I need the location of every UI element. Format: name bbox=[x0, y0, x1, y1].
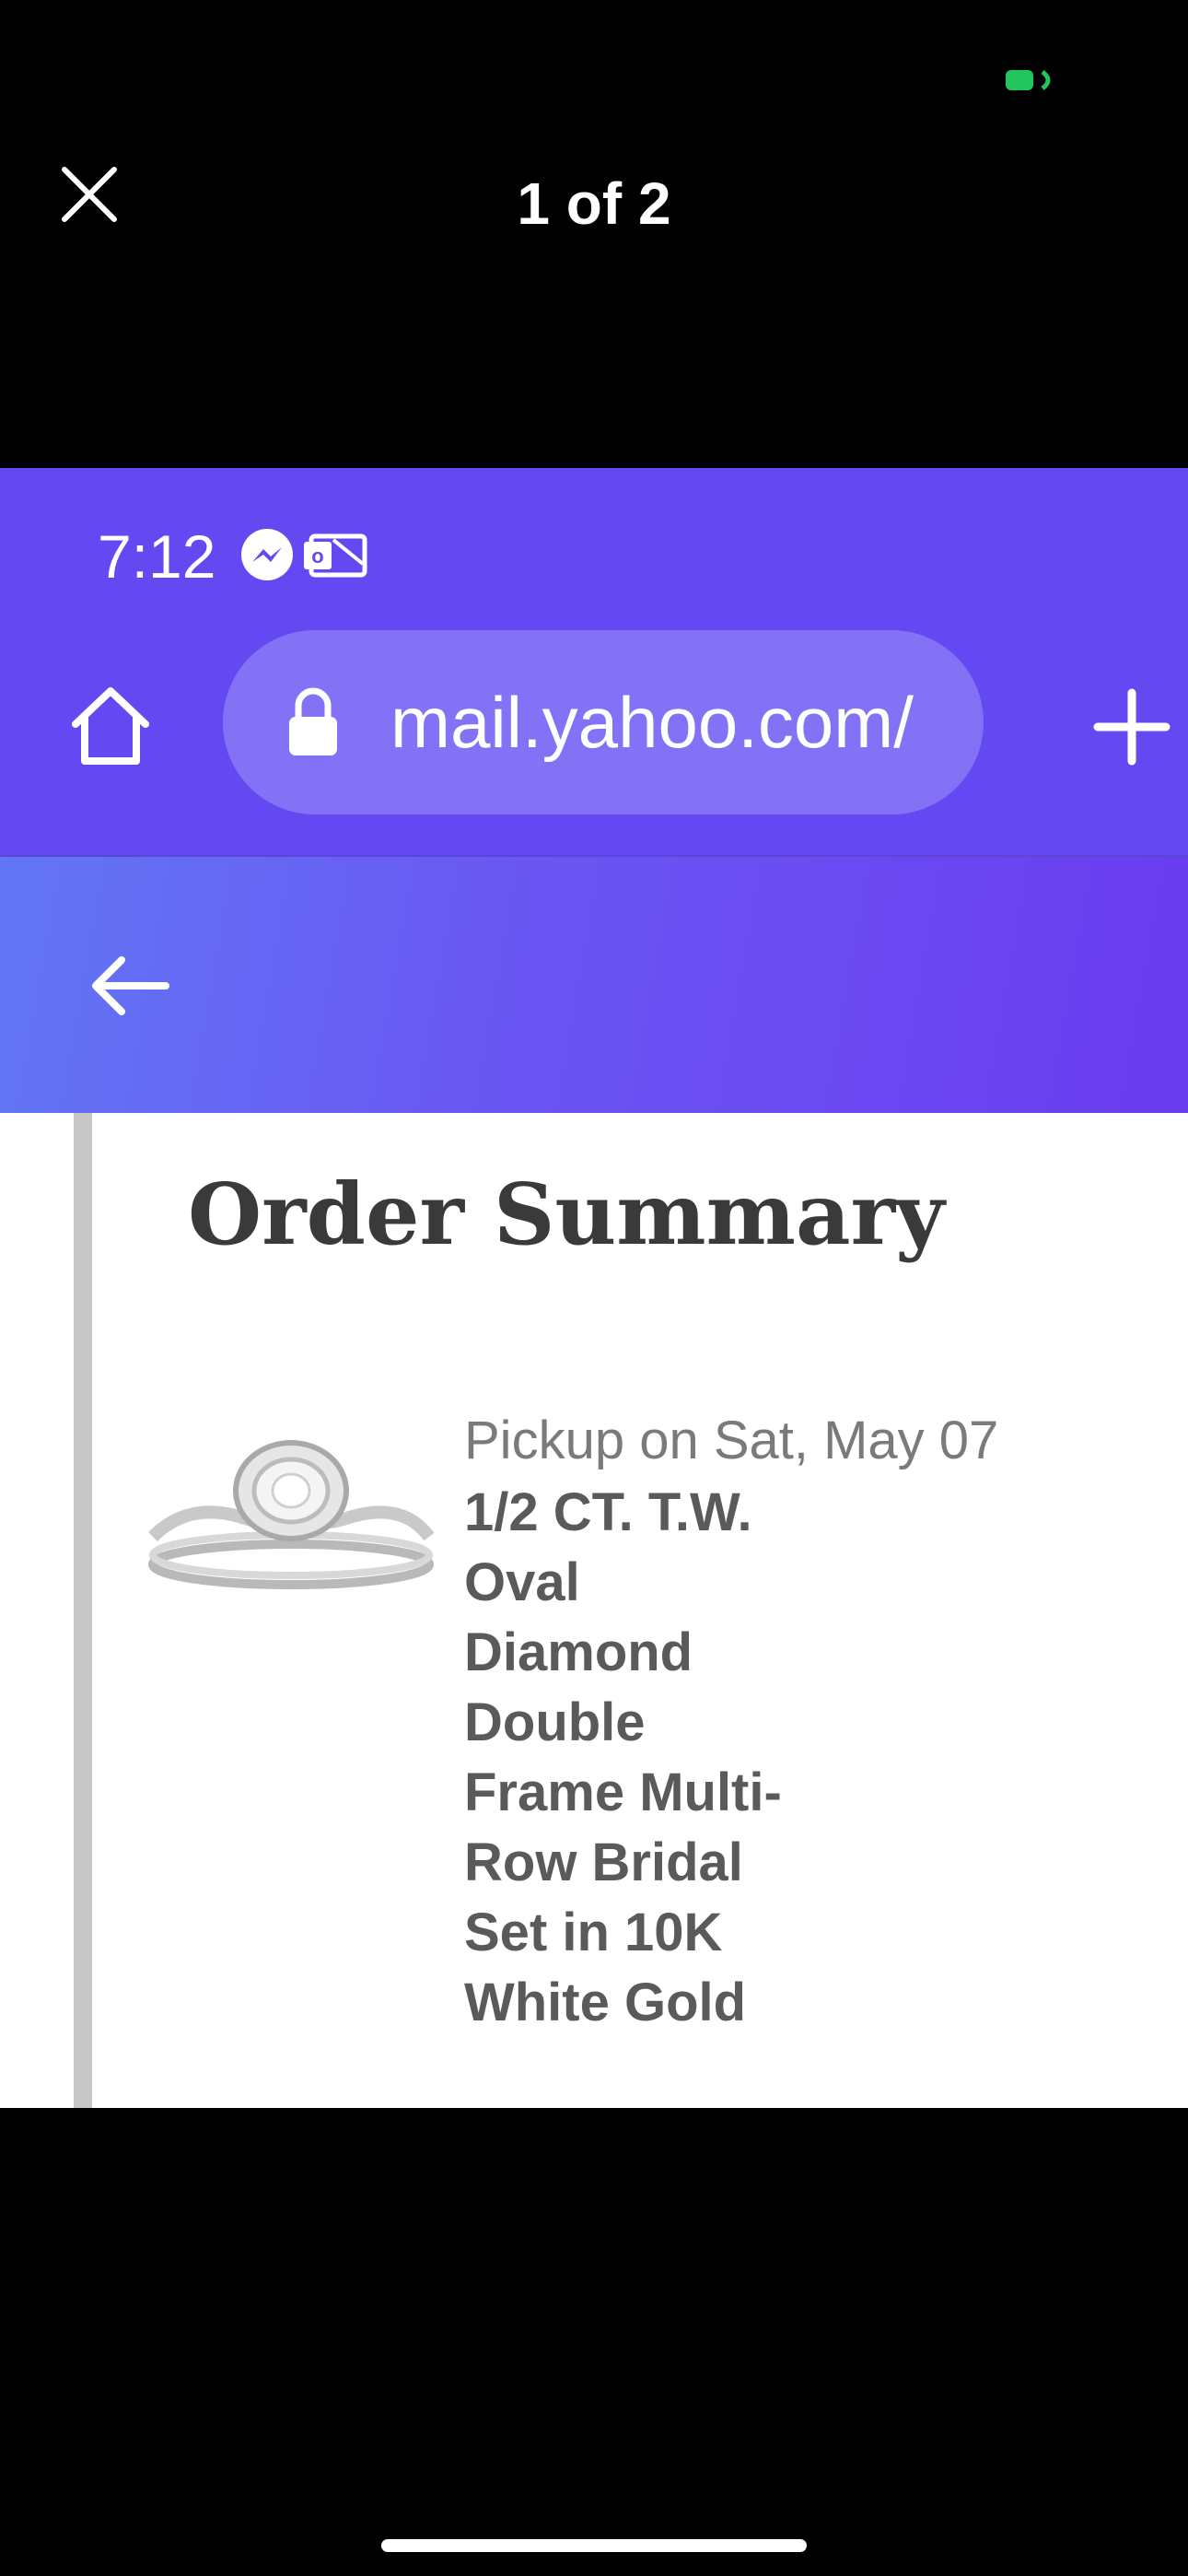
email-body: Order Summary Pickup on Sat, May 07 1/2 … bbox=[0, 1113, 1188, 2108]
status-time: 7:12 bbox=[98, 522, 216, 591]
home-indicator[interactable] bbox=[381, 2539, 807, 2552]
battery-icon bbox=[1006, 70, 1051, 90]
url-bar[interactable]: mail.yahoo.com/ bbox=[223, 630, 984, 814]
order-summary-title: Order Summary bbox=[188, 1165, 945, 1264]
viewer-top-bar: 1 of 2 bbox=[0, 0, 1188, 468]
browser-chrome: 7:12 o mail.yahoo.com/ bbox=[0, 468, 1188, 855]
svg-text:o: o bbox=[311, 544, 323, 568]
home-icon[interactable] bbox=[64, 680, 157, 772]
image-counter: 1 of 2 bbox=[517, 170, 671, 237]
product-name[interactable]: 1/2 CT. T.W. Oval Diamond Double Frame M… bbox=[464, 1478, 943, 2038]
quote-bar bbox=[74, 1113, 92, 2108]
url-text: mail.yahoo.com/ bbox=[390, 682, 914, 763]
messenger-icon bbox=[241, 529, 293, 580]
email-screenshot: 7:12 o mail.yahoo.com/ Order Summary Pic… bbox=[0, 468, 1188, 2108]
plus-icon[interactable] bbox=[1090, 685, 1173, 768]
lock-icon bbox=[289, 687, 337, 755]
ring-image bbox=[148, 1440, 435, 1589]
pickup-date: Pickup on Sat, May 07 bbox=[464, 1411, 999, 1470]
status-icons: o bbox=[241, 529, 367, 580]
mail-header bbox=[0, 855, 1188, 1115]
arrow-left-icon[interactable] bbox=[87, 949, 175, 1023]
outlook-icon: o bbox=[304, 533, 367, 578]
